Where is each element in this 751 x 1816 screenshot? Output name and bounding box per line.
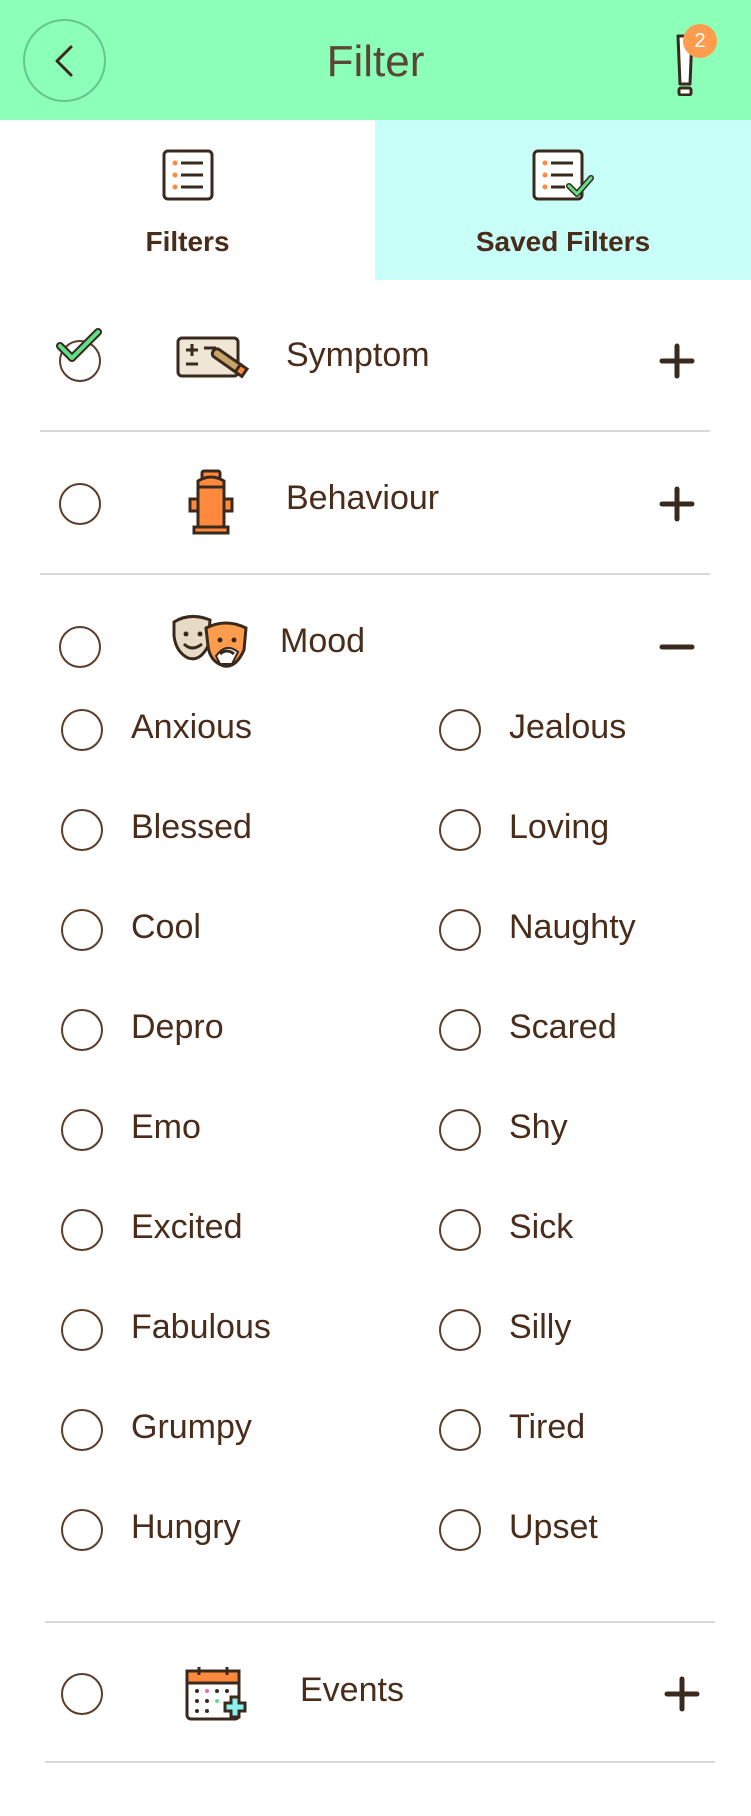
mood-option-label: Tired [509, 1408, 586, 1446]
mood-option-label: Emo [131, 1108, 201, 1146]
mood-radio[interactable] [61, 1509, 103, 1551]
mood-option-fabulous[interactable]: Fabulous [61, 1300, 381, 1360]
mood-option-loving[interactable]: Loving [439, 800, 751, 860]
mood-option-label: Fabulous [131, 1308, 271, 1346]
mood-option-grumpy[interactable]: Grumpy [61, 1400, 381, 1460]
mood-radio[interactable] [439, 1009, 481, 1051]
mood-option-label: Scared [509, 1008, 617, 1046]
mood-option-scared[interactable]: Scared [439, 1000, 751, 1060]
behaviour-checkbox[interactable] [59, 483, 101, 525]
chevron-left-icon [55, 45, 73, 77]
mood-radio[interactable] [61, 1409, 103, 1451]
tab-saved-filters-label: Saved Filters [475, 226, 651, 257]
events-checkbox[interactable] [61, 1673, 103, 1715]
back-button[interactable] [23, 19, 106, 102]
pet-masks-icon [172, 615, 248, 668]
mood-option-tired[interactable]: Tired [439, 1400, 751, 1460]
mood-radio[interactable] [61, 1109, 103, 1151]
mood-option-silly[interactable]: Silly [439, 1300, 751, 1360]
mood-radio[interactable] [61, 1309, 103, 1351]
tab-filters-label: Filters [145, 226, 230, 257]
mood-radio[interactable] [439, 809, 481, 851]
mood-radio[interactable] [61, 1209, 103, 1251]
behaviour-label: Behaviour [286, 479, 440, 517]
plus-icon[interactable] [652, 336, 702, 386]
category-row-behaviour[interactable]: Behaviour [40, 433, 710, 575]
symptom-label: Symptom [286, 336, 430, 374]
mood-checkbox[interactable] [59, 626, 101, 668]
mood-radio[interactable] [439, 909, 481, 951]
mood-option-label: Cool [131, 908, 201, 946]
mood-option-jealous[interactable]: Jealous [439, 700, 751, 760]
calendar-plus-icon [185, 1667, 247, 1721]
mood-option-label: Depro [131, 1008, 224, 1046]
category-row-events[interactable]: Events [45, 1621, 715, 1763]
mood-option-depro[interactable]: Depro [61, 1000, 381, 1060]
mood-option-excited[interactable]: Excited [61, 1200, 381, 1260]
mood-option-cool[interactable]: Cool [61, 900, 381, 960]
mood-option-hungry[interactable]: Hungry [61, 1500, 381, 1560]
mood-radio[interactable] [439, 1409, 481, 1451]
tab-bar: Filters Saved Filters [0, 120, 751, 280]
mood-radio[interactable] [439, 1209, 481, 1251]
mood-options-list: Anxious Blessed Cool Depro Emo Excited F… [0, 700, 751, 1600]
list-check-icon [532, 149, 594, 201]
mood-option-label: Grumpy [131, 1408, 252, 1446]
mood-option-naughty[interactable]: Naughty [439, 900, 751, 960]
plus-icon[interactable] [657, 1669, 707, 1719]
list-icon [162, 149, 213, 201]
tab-saved-filters[interactable]: Saved Filters [375, 120, 751, 280]
alert-count-badge: 2 [683, 24, 717, 58]
mood-radio[interactable] [439, 709, 481, 751]
minus-icon[interactable] [652, 622, 702, 672]
mood-option-label: Anxious [131, 708, 252, 746]
mood-option-upset[interactable]: Upset [439, 1500, 751, 1560]
mood-option-sick[interactable]: Sick [439, 1200, 751, 1260]
mood-option-label: Loving [509, 808, 610, 846]
mood-option-label: Upset [509, 1508, 598, 1546]
mood-option-blessed[interactable]: Blessed [61, 800, 381, 860]
mood-option-label: Sick [509, 1208, 574, 1246]
mood-option-label: Shy [509, 1108, 568, 1146]
mood-radio[interactable] [61, 809, 103, 851]
mood-option-shy[interactable]: Shy [439, 1100, 751, 1160]
tab-filters[interactable]: Filters [0, 120, 375, 280]
fire-hydrant-icon [188, 469, 234, 535]
mood-radio[interactable] [61, 709, 103, 751]
mood-option-label: Blessed [131, 808, 252, 846]
mood-radio[interactable] [61, 909, 103, 951]
page-title: Filter [326, 37, 425, 86]
thermometer-chart-icon [176, 336, 250, 379]
header-bar: Filter 2 [0, 0, 751, 120]
mood-option-label: Jealous [509, 708, 627, 746]
mood-option-label: Naughty [509, 908, 636, 946]
events-label: Events [300, 1671, 404, 1709]
category-row-mood[interactable]: Mood [40, 576, 710, 718]
category-row-symptom[interactable]: Symptom [40, 290, 710, 432]
mood-option-emo[interactable]: Emo [61, 1100, 381, 1160]
mood-label: Mood [280, 622, 366, 660]
mood-option-label: Excited [131, 1208, 243, 1246]
mood-option-label: Silly [509, 1308, 572, 1346]
checkmark-icon [56, 328, 102, 362]
mood-radio[interactable] [439, 1309, 481, 1351]
mood-option-anxious[interactable]: Anxious [61, 700, 381, 760]
mood-radio[interactable] [61, 1009, 103, 1051]
plus-icon[interactable] [652, 479, 702, 529]
mood-option-label: Hungry [131, 1508, 241, 1546]
mood-radio[interactable] [439, 1509, 481, 1551]
mood-radio[interactable] [439, 1109, 481, 1151]
